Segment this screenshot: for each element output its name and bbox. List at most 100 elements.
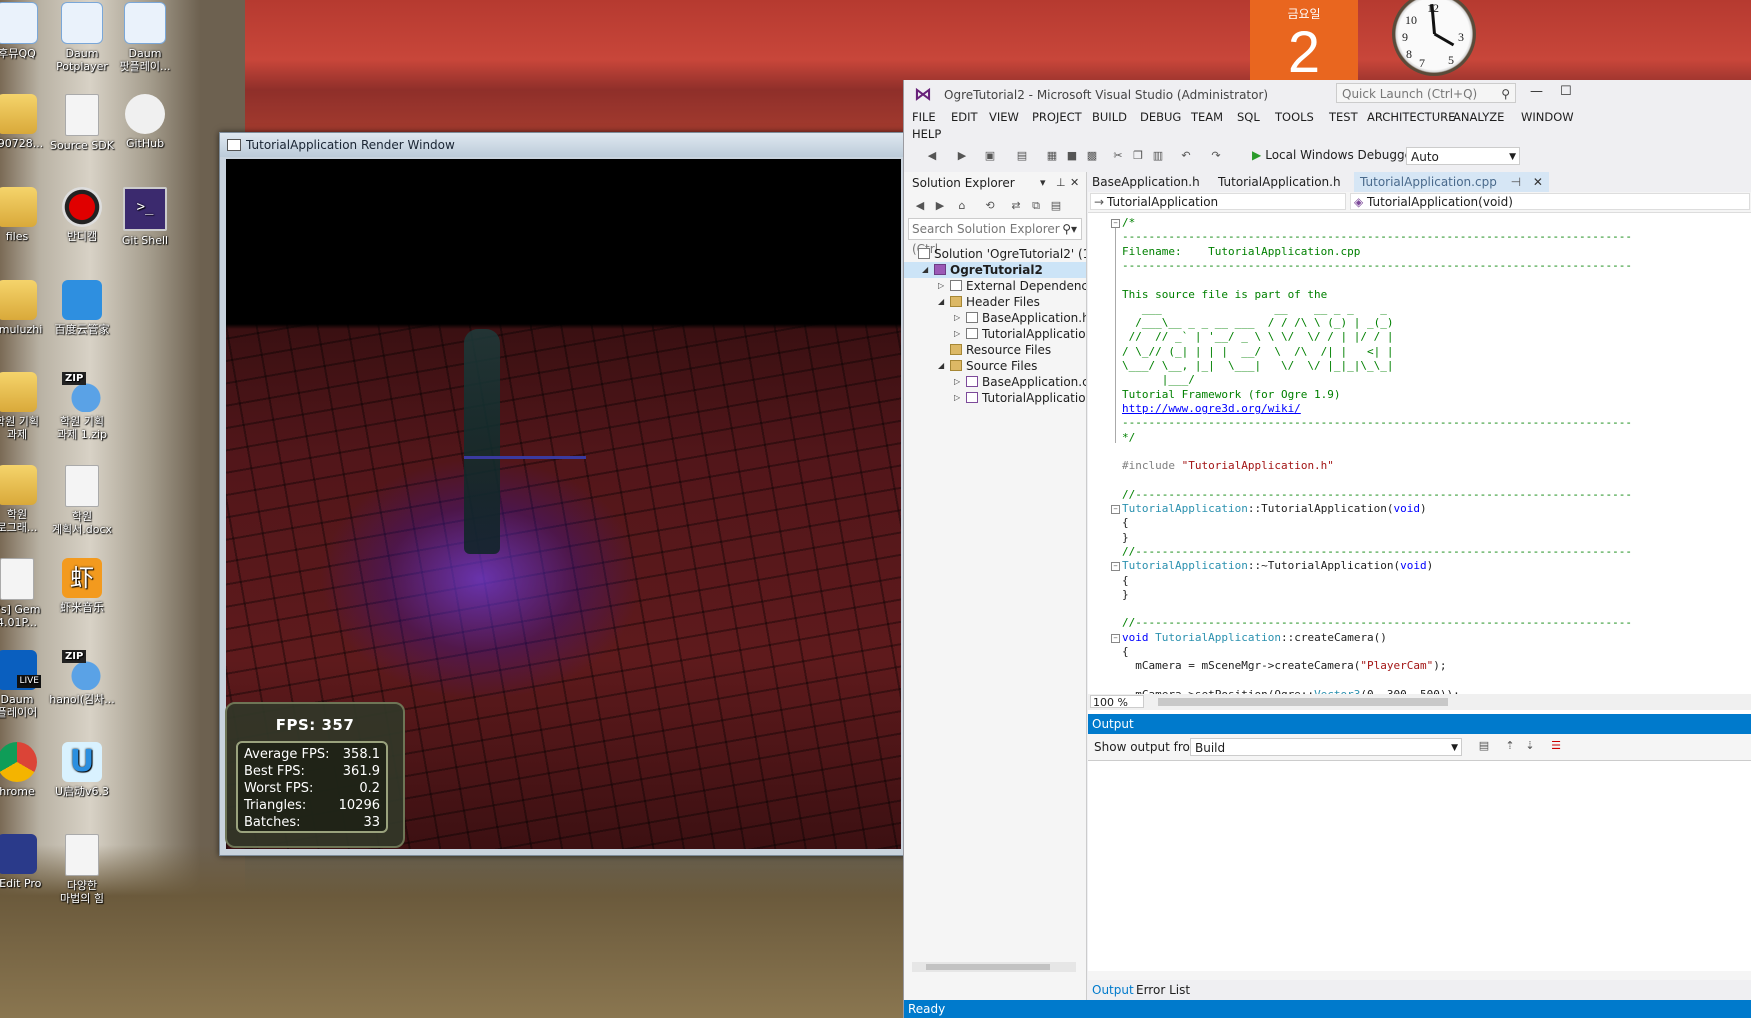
tab-tutorial-application-h[interactable]: TutorialApplication.h — [1218, 175, 1341, 189]
tab-tutorial-application-cpp[interactable]: TutorialApplication.cpp ⊣ ✕ — [1354, 172, 1549, 192]
calendar-widget[interactable]: 금요일 2 — [1250, 0, 1358, 84]
tree-item[interactable]: ▷ BaseApplication.cpp — [904, 374, 1086, 390]
tree-item[interactable]: ▷ TutorialApplication.cpp — [904, 390, 1086, 406]
menu-architecture[interactable]: ARCHITECTURE — [1367, 110, 1455, 124]
tree-item[interactable]: ◢ Source Files — [904, 358, 1086, 374]
refresh-icon[interactable]: ⇄ — [1010, 200, 1022, 212]
fold-toggle-icon[interactable]: − — [1111, 633, 1120, 643]
scope-dropdown[interactable]: → TutorialApplication — [1090, 193, 1346, 210]
start-debugging-button[interactable]: ▶Local Windows Debugger ▾ — [1252, 148, 1427, 162]
visual-studio-window[interactable]: ⋈ OgreTutorial2 - Microsoft Visual Studi… — [903, 80, 1751, 1018]
back-icon[interactable]: ◀ — [914, 200, 926, 212]
copy-icon[interactable]: ❐ — [1132, 150, 1144, 162]
scrollbar-thumb[interactable] — [926, 964, 1050, 970]
expanded-icon[interactable]: ◢ — [938, 358, 948, 374]
output-source-select[interactable]: Build ▼ — [1190, 738, 1462, 756]
member-dropdown[interactable]: ◈ TutorialApplication(void) — [1350, 193, 1750, 210]
tab-error-list[interactable]: Error List — [1136, 983, 1190, 997]
new-project-icon[interactable]: ▣ — [984, 150, 996, 162]
open-file-icon[interactable]: ▦ — [1046, 150, 1058, 162]
vs-titlebar[interactable]: ⋈ OgreTutorial2 - Microsoft Visual Studi… — [904, 80, 1751, 108]
cut-icon[interactable]: ✂ — [1112, 150, 1124, 162]
close-icon[interactable]: ✕ — [1070, 172, 1079, 194]
menu-sql[interactable]: SQL — [1237, 110, 1260, 124]
clock-widget[interactable]: 12 3 5 7 8 9 10 — [1392, 0, 1476, 76]
chevron-down-icon[interactable]: ▾ — [1040, 172, 1046, 194]
menu-file[interactable]: FILE — [912, 110, 936, 124]
forward-icon[interactable]: ▶ — [956, 150, 968, 162]
back-icon[interactable]: ◀ — [926, 150, 938, 162]
desktop-icon[interactable]: 虾虾米音乐 — [43, 558, 121, 614]
menu-window[interactable]: WINDOW — [1521, 110, 1574, 124]
horizontal-scrollbar[interactable] — [1158, 698, 1448, 706]
tree-item[interactable]: ▷ BaseApplication.h — [904, 310, 1086, 326]
desktop-icon[interactable]: 다양한 마법의 힘 — [43, 834, 121, 905]
close-icon[interactable]: ✕ — [1533, 175, 1543, 189]
forward-icon[interactable]: ▶ — [934, 200, 946, 212]
tree-item[interactable]: ▷ TutorialApplication.h — [904, 326, 1086, 342]
tab-output[interactable]: Output — [1092, 983, 1134, 997]
minimize-icon[interactable]: — — [1530, 84, 1543, 99]
solution-search-input[interactable]: Search Solution Explorer (Ctrl ⚲▾ — [908, 218, 1082, 256]
expanded-icon[interactable]: ◢ — [938, 294, 948, 310]
fold-toggle-icon[interactable]: − — [1111, 505, 1120, 514]
tree-item[interactable]: ◢ Header Files — [904, 294, 1086, 310]
desktop-icon[interactable]: ZIP hanol(김차... — [43, 650, 121, 706]
clear-all-icon[interactable]: ☰ — [1550, 740, 1562, 752]
code-area[interactable]: /* --------------------------------------… — [1088, 214, 1751, 694]
desktop-icon[interactable]: U U启动v6.3 — [43, 742, 121, 798]
menu-build[interactable]: BUILD — [1092, 110, 1127, 124]
collapsed-icon[interactable]: ▷ — [954, 374, 964, 390]
home-icon[interactable]: ⌂ — [956, 200, 968, 212]
tree-item[interactable]: Resource Files — [904, 342, 1086, 358]
add-item-icon[interactable]: ▤ — [1016, 150, 1028, 162]
menu-project[interactable]: PROJECT — [1032, 110, 1082, 124]
pin-icon[interactable]: ⊣ — [1511, 175, 1521, 189]
next-message-icon[interactable]: ⇣ — [1524, 740, 1536, 752]
show-all-files-icon[interactable]: ▤ — [1050, 200, 1062, 212]
collapsed-icon[interactable]: ▷ — [938, 278, 948, 294]
fold-toggle-icon[interactable]: − — [1111, 219, 1120, 228]
collapsed-icon[interactable]: ▷ — [954, 326, 964, 342]
collapsed-icon[interactable]: ▷ — [954, 310, 964, 326]
save-all-icon[interactable]: ▩ — [1086, 150, 1098, 162]
desktop-icon[interactable]: Daum 팟플레이... — [106, 2, 184, 73]
undo-icon[interactable]: ↶ — [1180, 150, 1192, 162]
tab-base-application-h[interactable]: BaseApplication.h — [1092, 175, 1200, 189]
render-window-titlebar[interactable]: TutorialApplication Render Window — [220, 133, 908, 157]
redo-icon[interactable]: ↷ — [1210, 150, 1222, 162]
desktop-icon[interactable]: 학원 계획서.docx — [43, 465, 121, 536]
desktop-icon-label: 다양한 마법의 힘 — [60, 879, 104, 905]
find-message-icon[interactable]: ▤ — [1478, 740, 1490, 752]
quick-launch-input[interactable]: Quick Launch (Ctrl+Q) ⚲ — [1336, 83, 1516, 103]
desktop-icon[interactable]: ZIP 학원 기획 과제 1.zip — [43, 372, 121, 441]
menu-debug[interactable]: DEBUG — [1140, 110, 1181, 124]
maximize-icon[interactable]: ☐ — [1560, 84, 1572, 99]
save-icon[interactable]: ■ — [1066, 150, 1078, 162]
fold-toggle-icon[interactable]: − — [1111, 562, 1120, 572]
collapse-all-icon[interactable]: ⧉ — [1030, 200, 1042, 212]
menu-team[interactable]: TEAM — [1191, 110, 1223, 124]
menu-help[interactable]: HELP — [912, 127, 941, 141]
tree-item[interactable]: ▷ External Dependencies — [904, 278, 1086, 294]
output-text-area[interactable] — [1088, 760, 1751, 971]
menu-tools[interactable]: TOOLS — [1275, 110, 1314, 124]
desktop-icon[interactable]: GitHub — [106, 94, 184, 150]
prev-message-icon[interactable]: ⇡ — [1504, 740, 1516, 752]
tree-item[interactable]: Solution 'OgreTutorial2' (1 pro — [904, 246, 1086, 262]
expanded-icon[interactable]: ◢ — [922, 262, 932, 278]
paste-icon[interactable]: ▥ — [1152, 150, 1164, 162]
zoom-select[interactable]: 100 % — [1090, 695, 1144, 709]
desktop-icon[interactable]: 百度云管家 — [43, 280, 121, 336]
menu-edit[interactable]: EDIT — [951, 110, 978, 124]
solution-config-select[interactable]: Auto ▼ — [1406, 147, 1520, 165]
collapsed-icon[interactable]: ▷ — [954, 390, 964, 406]
tree-item[interactable]: ◢ OgreTutorial2 — [904, 262, 1086, 278]
menu-analyze[interactable]: ANALYZE — [1453, 110, 1504, 124]
menu-view[interactable]: VIEW — [989, 110, 1019, 124]
menu-test[interactable]: TEST — [1329, 110, 1358, 124]
desktop-icon[interactable]: >_ Git Shell — [106, 187, 184, 247]
pin-icon[interactable]: ⊥ — [1056, 172, 1066, 194]
sync-icon[interactable]: ⟲ — [984, 200, 996, 212]
horizontal-scrollbar[interactable] — [912, 962, 1076, 972]
